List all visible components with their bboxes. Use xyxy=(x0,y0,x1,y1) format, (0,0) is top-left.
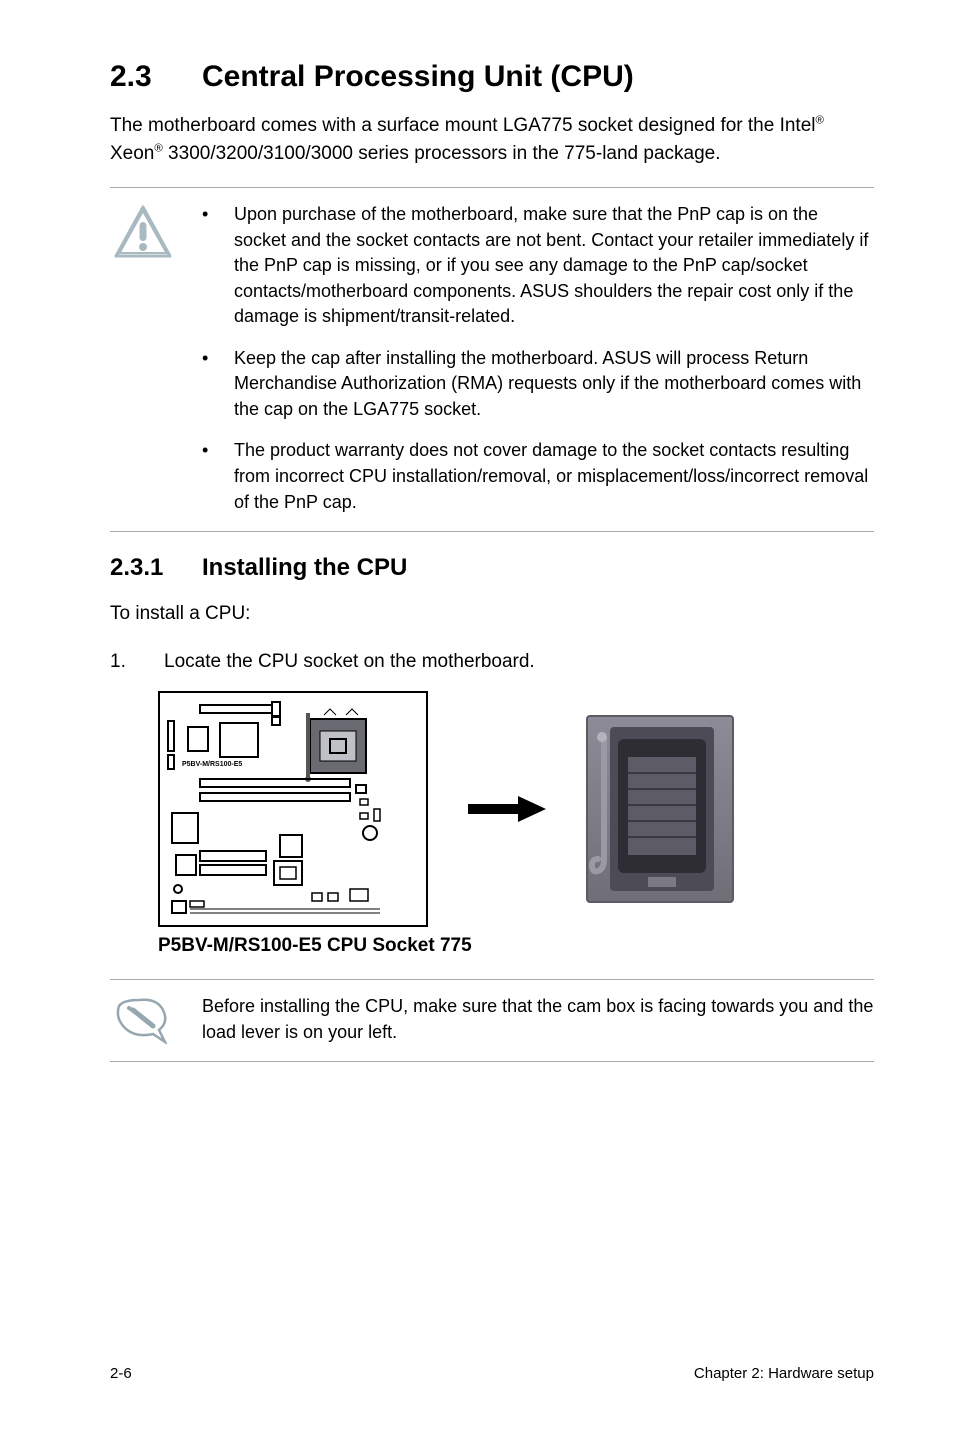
footer-chapter: Chapter 2: Hardware setup xyxy=(694,1365,874,1382)
board-label: P5BV-M/RS100-E5 xyxy=(182,761,242,768)
warning-text: The product warranty does not cover dama… xyxy=(234,438,874,515)
section-heading: 2.3Central Processing Unit (CPU) xyxy=(110,60,874,94)
note-text: Before installing the CPU, make sure tha… xyxy=(202,994,874,1045)
note-icon xyxy=(113,996,173,1044)
subsection-title: Installing the CPU xyxy=(202,554,407,581)
warning-list: •Upon purchase of the motherboard, make … xyxy=(202,202,874,515)
cpu-socket-photo xyxy=(586,715,734,903)
figure-caption: P5BV-M/RS100-E5 CPU Socket 775 xyxy=(158,935,874,957)
warning-callout: •Upon purchase of the motherboard, make … xyxy=(110,187,874,532)
intro-paragraph: The motherboard comes with a surface mou… xyxy=(110,112,874,167)
warning-item: •Upon purchase of the motherboard, make … xyxy=(202,202,874,330)
subsection-number: 2.3.1 xyxy=(110,554,202,582)
section-number: 2.3 xyxy=(110,60,202,94)
note-callout: Before installing the CPU, make sure tha… xyxy=(110,979,874,1062)
step-list: 1. Locate the CPU socket on the motherbo… xyxy=(110,648,874,676)
footer-page-number: 2-6 xyxy=(110,1365,132,1382)
step-number: 1. xyxy=(110,648,134,676)
arrow-icon xyxy=(468,794,546,824)
warning-text: Upon purchase of the motherboard, make s… xyxy=(234,202,874,330)
bullet-icon: • xyxy=(202,438,212,515)
intro-text-pre: The motherboard comes with a surface mou… xyxy=(110,115,816,136)
section-title: Central Processing Unit (CPU) xyxy=(202,60,634,93)
caution-icon xyxy=(112,204,174,260)
warning-item: • The product warranty does not cover dam… xyxy=(202,438,874,515)
reg-mark: ® xyxy=(816,115,824,127)
page-footer: 2-6 Chapter 2: Hardware setup xyxy=(110,1365,874,1382)
reg-mark: ® xyxy=(154,142,162,154)
install-intro: To install a CPU: xyxy=(110,600,874,628)
warning-item: • Keep the cap after installing the mothe… xyxy=(202,346,874,423)
subsection-heading: 2.3.1Installing the CPU xyxy=(110,554,874,582)
bullet-icon: • xyxy=(202,202,212,330)
step-item: 1. Locate the CPU socket on the motherbo… xyxy=(110,648,874,676)
intro-text-post: 3300/3200/3100/3000 series processors in… xyxy=(163,143,721,164)
bullet-icon: • xyxy=(202,346,212,423)
intro-text-mid: Xeon xyxy=(110,143,154,164)
step-text: Locate the CPU socket on the motherboard… xyxy=(164,648,535,676)
warning-text: Keep the cap after installing the mother… xyxy=(234,346,874,423)
motherboard-diagram: P5BV-M/RS100-E5 xyxy=(158,691,428,927)
figure-row: P5BV-M/RS100-E5 xyxy=(158,691,874,927)
